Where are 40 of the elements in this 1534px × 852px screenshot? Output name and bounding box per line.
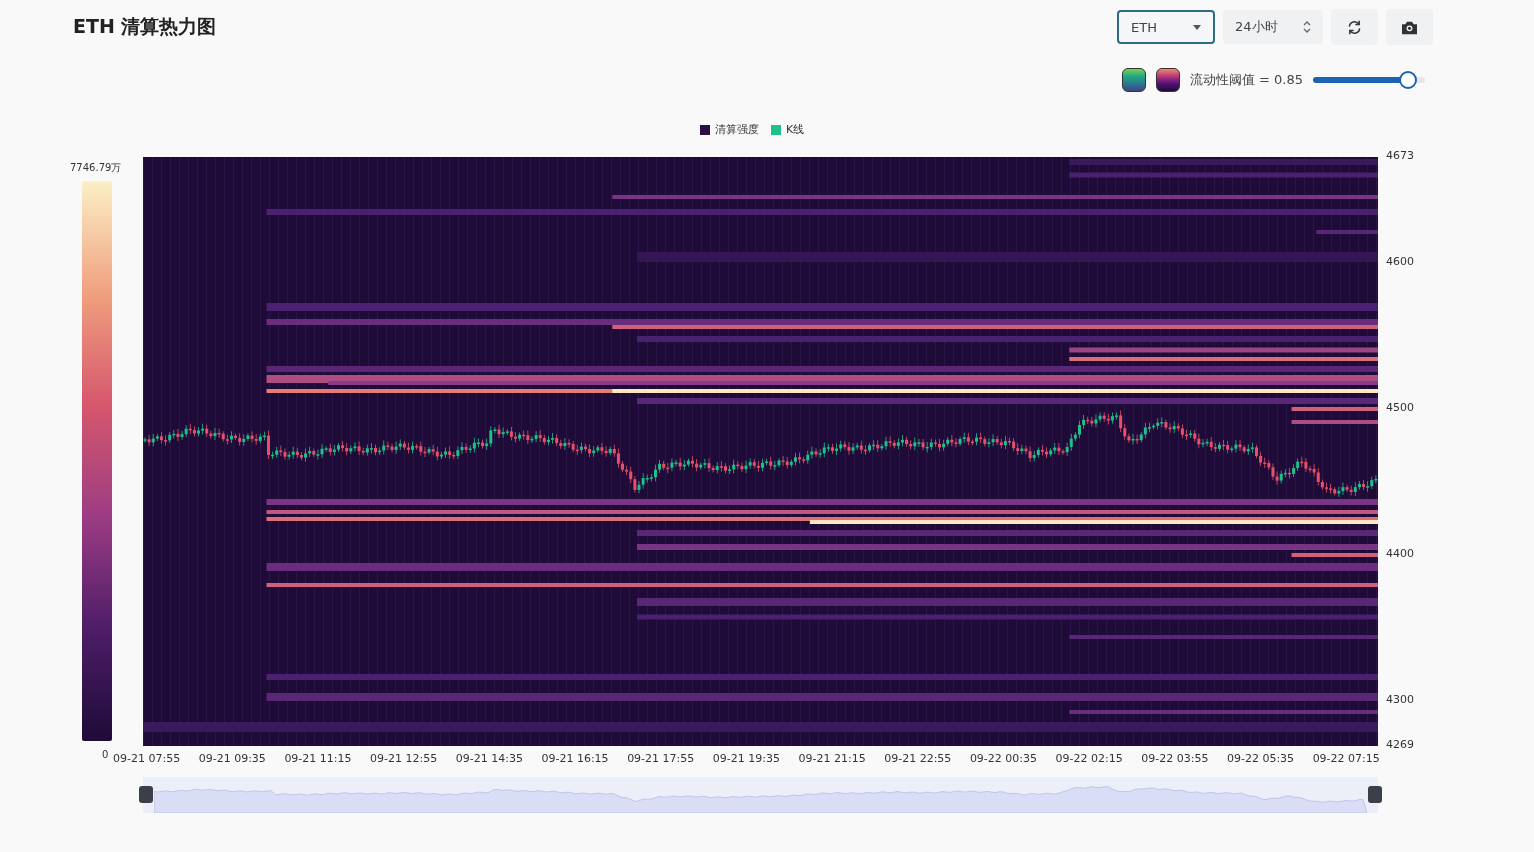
- x-axis-label: 09-22 07:15: [1312, 752, 1380, 765]
- caret-icon: [1193, 24, 1201, 30]
- y-axis-label: 4600: [1386, 255, 1414, 269]
- x-axis-label: 09-21 22:55: [884, 752, 952, 765]
- colorbar-max-label: 7746.79万: [70, 161, 122, 175]
- range-select[interactable]: 24小时: [1223, 10, 1323, 44]
- x-axis-label: 09-21 09:35: [198, 752, 266, 765]
- refresh-button[interactable]: [1331, 9, 1378, 45]
- y-axis-label: 4500: [1386, 401, 1414, 415]
- palette-swatch[interactable]: [1121, 68, 1146, 92]
- zoom-handle[interactable]: [1368, 786, 1382, 803]
- symbol-select[interactable]: ETH: [1117, 10, 1215, 44]
- up-down-icon: [1303, 20, 1311, 34]
- y-axis-label: 4269: [1386, 738, 1414, 751]
- x-axis-label: 09-21 14:35: [455, 752, 523, 765]
- camera-icon: [1401, 19, 1418, 35]
- x-axis-label: 09-21 16:15: [541, 752, 609, 765]
- x-axis-label: 09-21 07:55: [113, 752, 181, 765]
- y-axis-label: 4400: [1386, 547, 1414, 560]
- refresh-icon: [1346, 18, 1363, 36]
- x-axis-label: 09-21 17:55: [627, 752, 695, 765]
- camera-button[interactable]: [1386, 9, 1433, 45]
- x-axis-label: 09-21 19:35: [712, 752, 780, 765]
- legend-label[interactable]: K线: [785, 122, 805, 137]
- threshold-label: 流动性阈值 = 0.85: [1189, 71, 1303, 89]
- y-axis-label: 4673: [1386, 149, 1414, 162]
- x-axis-label: 09-22 00:35: [969, 752, 1038, 765]
- colorbar-min-label: 0: [102, 749, 109, 760]
- zoom-handle[interactable]: [139, 786, 153, 803]
- x-axis-label: 09-21 12:55: [370, 752, 438, 765]
- legend-label[interactable]: 清算强度: [714, 122, 759, 137]
- x-axis-label: 09-22 05:35: [1226, 752, 1295, 765]
- x-axis-label: 09-21 11:15: [284, 752, 352, 765]
- x-axis-label: 09-21 21:15: [798, 752, 866, 765]
- page-title: ETH 清算热力图: [73, 14, 217, 39]
- x-axis-label: 09-22 03:55: [1141, 752, 1209, 765]
- palette-swatch[interactable]: [1155, 68, 1180, 92]
- slider-thumb[interactable]: [1399, 71, 1418, 89]
- x-axis-label: 09-22 02:15: [1055, 752, 1123, 765]
- y-axis-label: 4300: [1386, 692, 1414, 706]
